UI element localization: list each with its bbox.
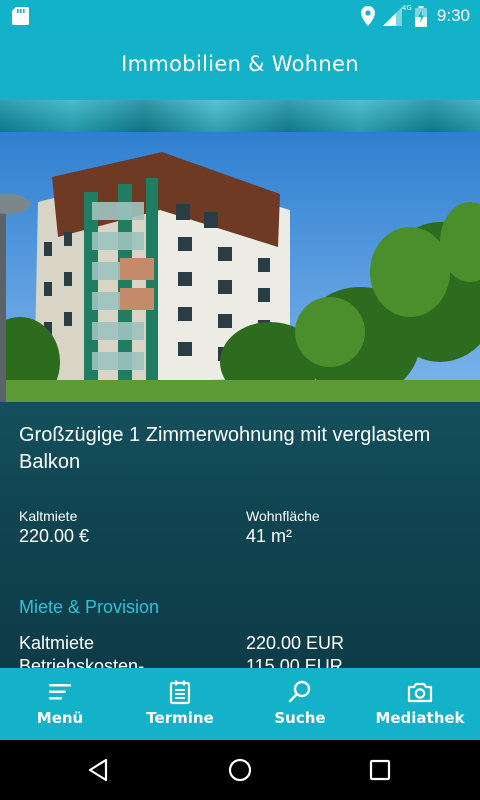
sd-card-icon xyxy=(12,7,29,25)
location-icon xyxy=(360,6,375,26)
building-image xyxy=(0,132,480,402)
back-icon[interactable] xyxy=(86,757,112,783)
detail-label: Kaltmiete xyxy=(19,633,95,653)
nav-termine-button[interactable]: Termine xyxy=(120,668,240,740)
fact-label: Wohnfläche xyxy=(246,508,320,524)
signal-icon: 4G xyxy=(381,4,412,27)
calendar-icon xyxy=(169,680,191,705)
nav-label: Termine xyxy=(146,709,214,727)
system-navigation-bar xyxy=(0,740,480,800)
network-type: 4G xyxy=(401,4,412,12)
nav-label: Suche xyxy=(274,709,326,727)
bottom-navigation: Menü Termine Suche Mediathek xyxy=(0,668,480,740)
app-bar: Immobilien & Wohnen xyxy=(0,32,480,100)
camera-icon xyxy=(407,682,433,703)
page-title: Immobilien & Wohnen xyxy=(121,52,359,76)
detail-value: 220.00 EUR xyxy=(246,633,345,653)
detail-value: 115.00 EUR xyxy=(246,656,343,668)
section-title: Miete & Provision xyxy=(19,597,160,617)
nav-label: Mediathek xyxy=(375,709,465,727)
recents-icon[interactable] xyxy=(367,757,393,783)
fact-wohnflaeche: Wohnfläche 41 m² xyxy=(246,508,320,547)
status-bar: 4G 9:30 xyxy=(0,0,480,32)
listing-photo[interactable] xyxy=(0,132,480,402)
home-icon[interactable] xyxy=(227,757,253,783)
search-icon xyxy=(288,680,311,703)
nav-mediathek-button[interactable]: Mediathek xyxy=(360,668,480,740)
listing-details[interactable]: Großzügige 1 Zimmerwohnung mit verglaste… xyxy=(0,402,480,668)
menu-icon xyxy=(49,684,71,700)
fact-kaltmiete: Kaltmiete 220.00 € xyxy=(19,508,89,547)
clock: 9:30 xyxy=(436,6,470,25)
fact-label: Kaltmiete xyxy=(19,508,78,524)
nav-menu-button[interactable]: Menü xyxy=(0,668,120,740)
fact-value: 41 m² xyxy=(246,526,293,546)
listing-headline: Großzügige 1 Zimmerwohnung mit verglaste… xyxy=(19,424,431,473)
detail-label: Betriebskosten- xyxy=(19,656,145,668)
fact-value: 220.00 € xyxy=(19,526,90,546)
nav-label: Menü xyxy=(36,709,84,727)
battery-icon xyxy=(414,5,427,27)
nav-suche-button[interactable]: Suche xyxy=(240,668,360,740)
header-banner xyxy=(0,100,480,132)
